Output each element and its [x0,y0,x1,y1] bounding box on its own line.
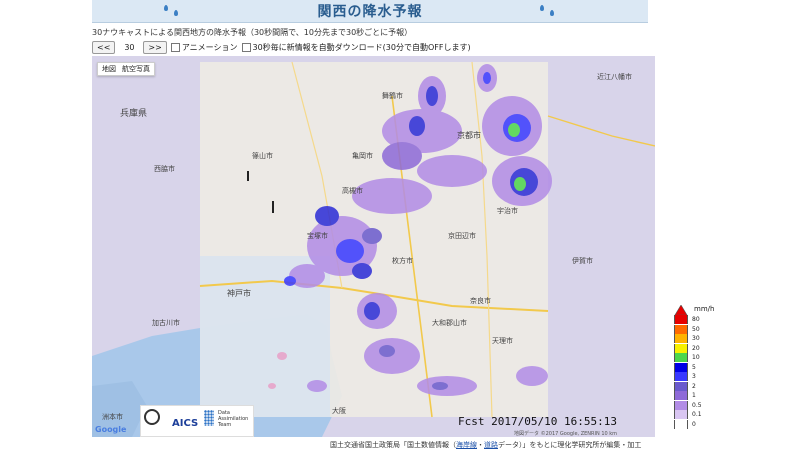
place-label: 大阪 [332,407,346,415]
legend-label: 1 [692,392,696,399]
map-type-map-button[interactable]: 地図 [102,64,116,74]
legend-swatch [674,419,688,429]
place-label: 兵庫県 [120,109,148,119]
step-field[interactable]: 30 [119,42,139,53]
precipitation-map[interactable]: 地図 航空写真 兵庫県 神戸市 京都市 奈良市 大阪 大和郡山市 京田辺市 伊賀… [92,56,655,437]
place-label: 宇治市 [497,207,518,215]
legend-level: 5 [674,362,696,372]
animation-label: アニメーション [181,42,238,52]
animation-toggle[interactable]: アニメーション [170,42,238,53]
aics-logo: AICS [172,418,199,429]
place-label: 亀岡市 [352,152,373,160]
legend-level: 20 [674,343,700,353]
autodownload-checkbox[interactable] [241,42,251,52]
legend-swatch [674,410,688,419]
legend-level: 1 [674,391,696,400]
place-label: 大和郡山市 [432,319,467,327]
place-label: 近江八幡市 [597,73,632,81]
legend-swatch [674,381,688,391]
legend-label: 2 [692,382,696,390]
raindrop-icon [174,10,178,16]
legend-level: 0.1 [674,410,702,419]
map-attribution: 地図データ ©2017 Google, ZENRIN 10 km [514,431,618,437]
place-label: 西脇市 [154,165,175,173]
raindrop-icon [540,5,544,11]
legend-swatch [674,353,688,362]
legend-swatch [674,400,688,410]
legend-label: 20 [692,344,700,352]
description-text: 30ナウキャストによる関西地方の降水予報（30秒間隔で、10分先まで30秒ごとに… [92,28,413,37]
data-credit: 国土交通省国土政策局「国土数値情報（海岸線・道路データ）」をもとに理化学研究所が… [330,441,642,449]
legend-label: 80 [692,316,700,323]
legend-level: 50 [674,324,700,334]
prev-button[interactable]: << [92,40,116,54]
legend-label: 0 [692,420,696,428]
animation-checkbox[interactable] [170,42,180,52]
road-link[interactable]: 道路 [484,441,498,449]
legend-level: 0.5 [674,400,702,410]
data-assimilation-logo-icon [204,410,214,426]
place-label: 伊賀市 [572,257,593,265]
legend-label: 5 [692,363,696,371]
place-label: 枚方市 [392,257,413,265]
precipitation-legend: mm/h 80 50 30 20 10 5 3 2 1 0.5 0.1 0 [674,305,714,435]
legend-swatch [674,315,688,324]
header-banner: 関西の降水予報 [92,0,648,23]
raindrop-icon [550,10,554,16]
legend-arrow-icon [674,305,688,315]
legend-level: 10 [674,353,700,362]
legend-swatch [674,372,688,381]
google-logo: Google [95,425,127,434]
legend-swatch [674,324,688,334]
legend-swatch [674,343,688,353]
place-label: 洲本市 [102,413,123,421]
legend-swatch [674,334,688,343]
legend-swatch [674,391,688,400]
legend-level: 3 [674,372,696,381]
map-type-control: 地図 航空写真 [97,62,155,76]
legend-label: 0.1 [692,411,702,418]
place-label: 京都市 [457,131,481,140]
riken-logo-icon [144,409,160,425]
legend-label: 50 [692,325,700,333]
map-type-satellite-button[interactable]: 航空写真 [122,64,150,74]
legend-level: 80 [674,315,700,324]
legend-swatch [674,362,688,372]
controls-bar: << 30 >> アニメーション 30秒毎に新情報を自動ダウンロード(30分で自… [92,40,471,54]
next-button[interactable]: >> [143,40,167,54]
map-canvas [92,56,655,437]
place-label: 天理市 [492,337,513,345]
raindrop-icon [164,5,168,11]
legend-label: 10 [692,354,700,361]
legend-label: 30 [692,335,700,342]
autodownload-label: 30秒毎に新情報を自動ダウンロード(30分で自動OFFします) [252,42,471,52]
legend-level: 30 [674,334,700,343]
coastline-link[interactable]: 海岸線 [456,441,477,449]
legend-label: 3 [692,373,696,380]
legend-level: 0 [674,419,696,429]
place-label: 宝塚市 [307,232,328,240]
place-label: 神戸市 [227,289,251,298]
place-label: 奈良市 [470,297,491,305]
place-label: 舞鶴市 [382,92,403,100]
place-label: 篠山市 [252,152,273,160]
data-assimilation-logo-text: Data Assimilation Team [218,410,249,428]
legend-label: 0.5 [692,401,702,409]
forecast-time: Fcst 2017/05/10 16:55:13 [458,415,617,428]
legend-unit: mm/h [694,305,715,313]
autodownload-toggle[interactable]: 30秒毎に新情報を自動ダウンロード(30分で自動OFFします) [241,42,471,53]
place-label: 京田辺市 [448,232,476,240]
place-label: 高槻市 [342,187,363,195]
legend-level: 2 [674,381,696,391]
place-label: 加古川市 [152,319,180,327]
